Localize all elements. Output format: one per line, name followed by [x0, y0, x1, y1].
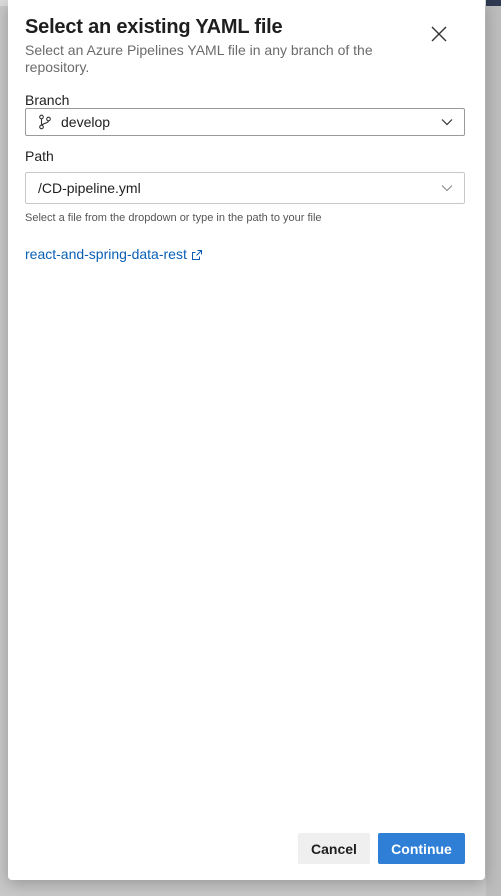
- background-header-edge: [486, 0, 501, 6]
- path-value[interactable]: /CD-pipeline.yml: [38, 180, 141, 196]
- repository-link-text: react-and-spring-data-rest: [25, 246, 187, 262]
- dialog-subtitle: Select an Azure Pipelines YAML file in a…: [25, 42, 373, 75]
- git-branch-icon: [39, 114, 51, 130]
- chevron-down-icon: [441, 119, 453, 126]
- path-combobox[interactable]: /CD-pipeline.yml: [25, 172, 465, 204]
- branch-label: Branch: [25, 92, 70, 108]
- close-icon: [431, 26, 447, 42]
- chevron-down-icon[interactable]: [440, 181, 454, 195]
- dialog-title: Select an existing YAML file: [25, 16, 283, 38]
- cancel-button[interactable]: Cancel: [298, 833, 370, 864]
- path-helper-text: Select a file from the dropdown or type …: [25, 212, 322, 224]
- branch-dropdown[interactable]: develop: [25, 108, 465, 136]
- continue-button[interactable]: Continue: [378, 833, 465, 864]
- repository-link[interactable]: react-and-spring-data-rest: [25, 246, 203, 262]
- external-link-icon: [191, 250, 202, 260]
- background-page-edge: [486, 0, 501, 896]
- branch-value: develop: [61, 114, 111, 130]
- path-label: Path: [25, 148, 54, 164]
- select-yaml-dialog: Select an existing YAML file Select an A…: [8, 0, 485, 880]
- close-button[interactable]: [427, 22, 451, 46]
